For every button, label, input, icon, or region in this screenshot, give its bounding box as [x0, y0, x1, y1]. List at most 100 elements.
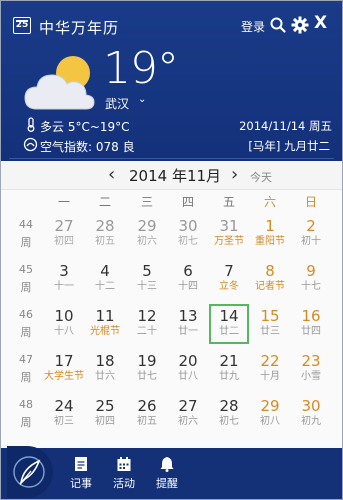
day-cell[interactable]: 25 初四 — [85, 394, 125, 434]
month-title[interactable]: 2014 年11月 — [129, 165, 221, 186]
lunar-label: 初七 — [219, 416, 239, 427]
day-cell[interactable]: 1 重阳节 — [250, 214, 290, 254]
today-button[interactable]: 今天 — [250, 169, 272, 185]
day-cell[interactable]: 19 廿七 — [127, 349, 167, 389]
day-cell[interactable]: 21 廿九 — [209, 349, 249, 389]
week-number: 47 周 — [15, 351, 37, 387]
weekday-header: 六 — [263, 195, 276, 209]
notes-tab[interactable]: 记事 — [61, 456, 101, 491]
day-cell[interactable]: 20 廿八 — [168, 349, 208, 389]
day-cell[interactable]: 3 十一 — [44, 259, 84, 299]
day-number: 17 — [54, 352, 74, 370]
feather-pen-icon — [13, 456, 45, 488]
day-cell[interactable]: 27 初六 — [168, 394, 208, 434]
day-cell[interactable]: 10 十八 — [44, 304, 84, 344]
day-cell[interactable]: 17 大学生节 — [44, 349, 84, 389]
day-cell[interactable]: 5 十三 — [127, 259, 167, 299]
day-cell-today[interactable]: 14 廿二 — [209, 304, 249, 344]
lunar-date: [马年] 九月廿二 — [248, 139, 330, 153]
lunar-label: 初七 — [178, 236, 198, 247]
day-number: 29 — [260, 397, 280, 415]
lunar-label: 初六 — [137, 236, 157, 247]
lunar-label: 廿四 — [301, 326, 321, 337]
activity-tab[interactable]: 活动 — [104, 456, 144, 491]
day-cell[interactable]: 26 初五 — [127, 394, 167, 434]
weekday-header: 二 — [98, 195, 111, 209]
day-cell[interactable]: 23 小雪 — [291, 349, 331, 389]
day-cell[interactable]: 30 初七 — [168, 214, 208, 254]
lunar-label: 二十 — [137, 326, 157, 337]
day-number: 22 — [260, 352, 280, 370]
app-title: 中华万年历 — [39, 19, 120, 37]
lunar-label: 初五 — [95, 236, 115, 247]
lunar-label: 大学生节 — [44, 371, 84, 382]
week-label: 周 — [20, 236, 32, 249]
day-number: 6 — [183, 262, 193, 280]
day-cell[interactable]: 31 万圣节 — [209, 214, 249, 254]
day-cell[interactable]: 6 十四 — [168, 259, 208, 299]
lunar-label: 初五 — [137, 416, 157, 427]
lunar-label: 初三 — [54, 416, 74, 427]
day-number: 10 — [54, 307, 74, 325]
chevron-down-icon[interactable]: ⌄ — [138, 94, 146, 105]
lunar-label: 记者节 — [255, 281, 285, 292]
lunar-label: 十三 — [137, 281, 157, 292]
day-cell[interactable]: 2 初十 — [291, 214, 331, 254]
day-cell[interactable]: 27 初四 — [44, 214, 84, 254]
prev-month-button[interactable]: ‹ — [108, 164, 115, 185]
lunar-label: 十七 — [301, 281, 321, 292]
close-button[interactable]: X — [314, 13, 327, 33]
day-cell[interactable]: 24 初三 — [44, 394, 84, 434]
gear-icon[interactable] — [291, 16, 309, 34]
lunar-label: 十二 — [95, 281, 115, 292]
day-number: 16 — [301, 307, 321, 325]
day-cell[interactable]: 29 初八 — [250, 394, 290, 434]
lunar-label: 廿二 — [219, 326, 239, 337]
day-number: 27 — [178, 397, 198, 415]
city-selector[interactable]: 武汉 — [105, 95, 129, 112]
bell-icon — [160, 457, 174, 472]
air-quality-index: 空气指数: 078 良 — [40, 140, 135, 154]
day-number: 24 — [54, 397, 74, 415]
day-number: 7 — [224, 262, 234, 280]
lunar-label: 十八 — [54, 326, 74, 337]
week-number-value: 47 — [19, 353, 33, 366]
next-month-button[interactable]: › — [231, 164, 238, 185]
day-number: 28 — [219, 397, 239, 415]
notes-label: 记事 — [70, 477, 92, 490]
temperature: 19° — [103, 43, 179, 94]
calendar-window: 25 中华万年历 登录 X 19° 武汉 ⌄ 多云 5°C~19°C 空气指数:… — [0, 0, 343, 500]
day-cell[interactable]: 8 记者节 — [250, 259, 290, 299]
day-cell[interactable]: 16 廿四 — [291, 304, 331, 344]
weekday-header: 五 — [222, 195, 235, 209]
week-label: 周 — [20, 416, 32, 429]
day-number: 4 — [100, 262, 110, 280]
reminder-tab[interactable]: 提醒 — [147, 456, 187, 491]
day-cell[interactable]: 28 初七 — [209, 394, 249, 434]
day-cell[interactable]: 29 初六 — [127, 214, 167, 254]
month-navigation: ‹ 2014 年11月 › 今天 — [1, 161, 342, 190]
day-cell[interactable]: 15 廿三 — [250, 304, 290, 344]
day-cell[interactable]: 22 十月 — [250, 349, 290, 389]
day-cell[interactable]: 4 十二 — [85, 259, 125, 299]
lunar-label: 廿一 — [178, 326, 198, 337]
day-cell[interactable]: 13 廿一 — [168, 304, 208, 344]
lunar-label: 十四 — [178, 281, 198, 292]
search-icon[interactable] — [269, 16, 287, 34]
weekday-header: 日 — [304, 195, 317, 209]
day-number: 31 — [219, 217, 239, 235]
feather-logo-button[interactable] — [7, 446, 53, 498]
day-cell[interactable]: 30 初九 — [291, 394, 331, 434]
day-cell[interactable]: 11 光棍节 — [85, 304, 125, 344]
day-number: 13 — [178, 307, 198, 325]
day-number: 18 — [95, 352, 115, 370]
day-cell[interactable]: 18 廿六 — [85, 349, 125, 389]
lunar-label: 万圣节 — [214, 236, 244, 247]
login-button[interactable]: 登录 — [241, 18, 265, 35]
day-cell[interactable]: 12 二十 — [127, 304, 167, 344]
day-number: 5 — [142, 262, 152, 280]
day-cell[interactable]: 7 立冬 — [209, 259, 249, 299]
day-cell[interactable]: 28 初五 — [85, 214, 125, 254]
week-label: 周 — [20, 326, 32, 339]
day-cell[interactable]: 9 十七 — [291, 259, 331, 299]
